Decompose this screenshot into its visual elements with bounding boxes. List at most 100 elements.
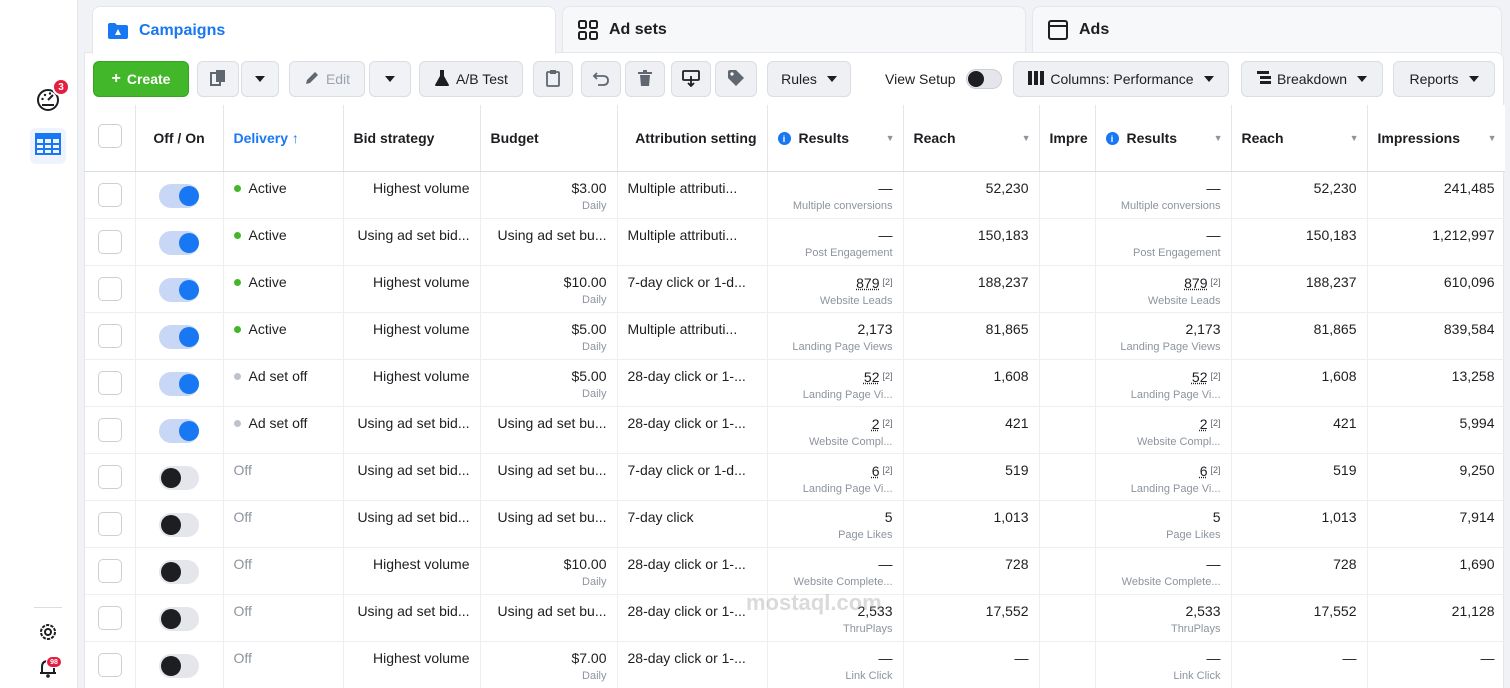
table-row[interactable]: Ad set off Highest volume $5.00 Daily 28-day… [85,359,1505,407]
tab-ads[interactable]: Ads [1032,6,1502,52]
edit-button[interactable]: Edit [289,61,365,97]
row-checkbox[interactable] [97,229,122,254]
duplicate-button[interactable] [197,61,239,97]
row-checkbox[interactable] [97,323,122,348]
campaign-toggle[interactable] [159,653,199,678]
account-overview-button[interactable]: 3 [30,78,70,120]
bid-strategy-cell: Highest volume [343,359,481,407]
header-off-on[interactable]: Off / On [135,105,224,172]
export-button[interactable] [671,61,711,97]
header-budget[interactable]: Budget [480,105,618,172]
campaign-toggle[interactable] [159,606,199,631]
header-delivery[interactable]: Delivery ↑ [223,105,344,172]
header-attribution[interactable]: Attribution setting [617,105,768,172]
rules-button[interactable]: Rules [767,61,851,97]
edit-dropdown-button[interactable] [369,61,411,97]
notification-badge: 3 [52,78,70,96]
campaign-toggle[interactable] [159,512,199,537]
row-checkbox[interactable] [97,276,122,301]
row-checkbox[interactable] [97,182,122,207]
row-select-cell [85,594,136,642]
header-results-2[interactable]: i Results ▼ [1095,105,1232,172]
table-row[interactable]: Active Using ad set bid... Using ad set bu… [85,218,1505,266]
ab-test-button[interactable]: A/B Test [419,61,523,97]
campaign-toggle[interactable] [159,371,199,396]
view-setup-toggle[interactable] [965,69,1002,89]
row-checkbox[interactable] [97,417,122,442]
table-row[interactable]: Off Using ad set bid... Using ad set bu...… [85,453,1505,501]
clipboard-button[interactable] [533,61,573,97]
budget-value: $3.00 [571,179,607,196]
table-row[interactable]: Active Highest volume $10.00 Daily 7-day cli… [85,265,1505,313]
results-type: Website Leads [1147,294,1221,307]
results-value[interactable]: 2 [872,416,880,432]
table-row[interactable]: Active Highest volume $3.00 Daily Multiple a… [85,171,1505,219]
row-checkbox[interactable] [97,370,122,395]
header-impressions[interactable]: Impressions ▼ [1367,105,1505,172]
table-row[interactable]: Off Highest volume $10.00 Daily 28-day click… [85,547,1505,595]
row-select-cell [85,453,136,501]
results-value[interactable]: 879 [1184,275,1207,291]
campaigns-table-button[interactable] [30,128,66,164]
create-button[interactable]: + Create [93,61,189,97]
delivery-status: Ad set off [248,414,308,431]
campaign-toggle[interactable] [159,465,199,490]
breakdown-button[interactable]: Breakdown [1241,61,1383,97]
results-value[interactable]: 879 [856,275,879,291]
header-bid-strategy[interactable]: Bid strategy [343,105,481,172]
reach-value: 1,013 [993,508,1029,525]
columns-button[interactable]: Columns: Performance [1013,61,1229,97]
results-value[interactable]: 52 [864,369,880,385]
header-results[interactable]: i Results ▼ [767,105,904,172]
header-impressions-short[interactable]: Impre [1039,105,1096,172]
results-footnote: [2] [882,464,893,475]
reach-value: 1,608 [1321,367,1357,384]
tab-campaigns[interactable]: Campaigns [92,6,556,54]
results-value: — [878,226,893,243]
reports-button[interactable]: Reports [1393,61,1495,97]
table-row[interactable]: Off Highest volume $7.00 Daily 28-day click … [85,641,1505,688]
select-all-checkbox[interactable] [97,124,122,149]
attribution-cell: 7-day click [617,500,768,548]
settings-button[interactable] [30,616,66,652]
alerts-button[interactable]: 98 [30,652,66,688]
campaign-toggle[interactable] [159,183,199,208]
table-row[interactable]: Off Using ad set bid... Using ad set bu...… [85,594,1505,642]
table-row[interactable]: Ad set off Using ad set bid... Using ad se… [85,406,1505,454]
results-type: Post Engagement [1133,246,1221,259]
impressions-short-cell [1039,641,1096,688]
results-value[interactable]: 52 [1192,369,1208,385]
campaign-toggle[interactable] [159,230,199,255]
table-row[interactable]: Active Highest volume $5.00 Daily Multiple a… [85,312,1505,360]
header-reach[interactable]: Reach ▼ [903,105,1040,172]
tag-button[interactable] [715,61,757,97]
delivery-cell: Active [223,265,344,313]
row-checkbox[interactable] [97,605,122,630]
info-icon: i [1105,132,1119,146]
row-checkbox[interactable] [97,464,122,489]
results-value[interactable]: 2 [1200,416,1208,432]
row-toggle-cell [135,171,224,219]
campaign-toggle[interactable] [159,418,199,443]
row-checkbox[interactable] [97,558,122,583]
campaign-toggle[interactable] [159,559,199,584]
table-row[interactable]: Off Using ad set bid... Using ad set bu...… [85,500,1505,548]
undo-icon [592,70,610,89]
campaign-toggle[interactable] [159,324,199,349]
header-reach-2[interactable]: Reach ▼ [1231,105,1368,172]
tab-ad-sets[interactable]: Ad sets [562,6,1026,52]
budget-value: Using ad set bu... [497,414,607,431]
row-checkbox[interactable] [97,511,122,536]
campaign-toggle[interactable] [159,277,199,302]
budget-cell: Using ad set bu... [480,218,618,266]
results-footnote: [2] [882,370,893,381]
row-checkbox[interactable] [97,652,122,677]
delivery-cell: Ad set off [223,359,344,407]
results-value[interactable]: 6 [872,463,880,479]
results-value[interactable]: 6 [1200,463,1208,479]
delete-button[interactable] [625,61,665,97]
undo-button[interactable] [581,61,621,97]
budget-cell: Using ad set bu... [480,500,618,548]
chevron-down-icon [1203,76,1214,82]
duplicate-dropdown-button[interactable] [241,61,279,97]
